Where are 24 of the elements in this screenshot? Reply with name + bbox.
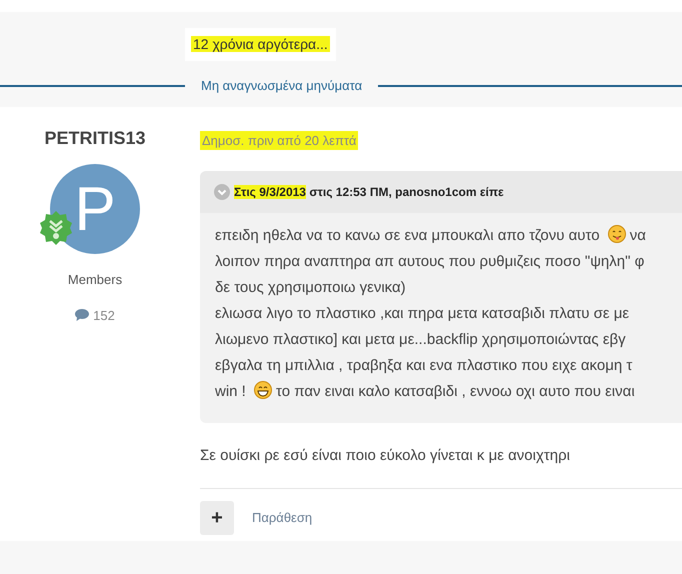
- quote-text: δε τους χρησιμοποιω γενικα): [215, 279, 406, 296]
- tongue-emoji-icon: [608, 225, 626, 243]
- quote-text: λιωμενο πλαστικο] και μετα με...backflip χρησιμοποιώντας εβγ: [215, 331, 626, 348]
- post-count: 152: [93, 306, 115, 324]
- quote-text: να: [630, 227, 646, 244]
- post-date: Δημοσ. πριν από 20 λεπτά: [200, 131, 358, 150]
- quote-text: το παν ειναι καλο κατσαβιδι , εννοω οχι αυτο που ειναι: [276, 383, 635, 400]
- comment-icon: [75, 309, 90, 322]
- post-text: Σε ουίσκι ρε εσύ είναι ποιο εύκολο γίνεται κ με ανοιχτηρι: [200, 446, 571, 466]
- quote-text: επειδη ηθελα να το κανω σε ενα μπουκαλι απο τζονυ αυτο: [215, 227, 600, 244]
- note-text: 12 χρόνια αργότερα...: [191, 36, 330, 52]
- quote-text: win !: [215, 383, 246, 400]
- quote-text: ελιωσα λιγο το πλαστικο ,και πηρα μετα κατσαβιδι πλατυ σε με: [215, 305, 630, 322]
- quote-text: λοιπον πηρα αναπτηρα απ αυτους που ρυθμιζεις ποσο "ψηλη" φ: [215, 253, 644, 270]
- add-button[interactable]: +: [200, 500, 234, 534]
- member-group: Members: [68, 270, 122, 290]
- quote-text: εβγαλα τη μπιλλια , τραβηξα και ενα πλαστικο που ειχε ακομη τ: [215, 357, 632, 374]
- grin-emoji-icon: [254, 381, 272, 399]
- chevron-down-icon[interactable]: [214, 184, 230, 200]
- author-name[interactable]: PETRITIS13: [44, 125, 146, 152]
- quote-header: Στις 9/3/2013 στις 12:53 ΠΜ, panosno1com είπε: [234, 184, 504, 201]
- rank-badge-icon: [38, 210, 74, 246]
- quote-link[interactable]: Παράθεση: [252, 508, 312, 528]
- unread-divider-label: Μη αναγνωσμένα μηνύματα: [200, 77, 364, 96]
